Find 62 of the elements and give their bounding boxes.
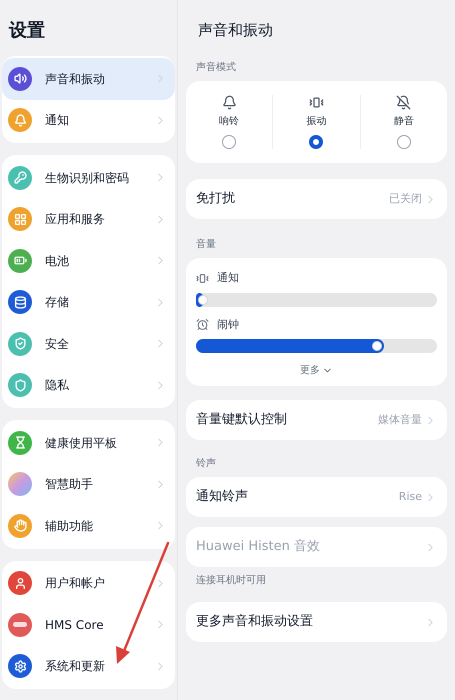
section-label: 铃声 (195, 456, 217, 471)
row-value: 媒体音量 (378, 412, 422, 428)
settings-row[interactable]: 更多声音和振动设置 (186, 602, 447, 642)
menu-label: 健康使用平板 (45, 434, 118, 452)
menu-item[interactable]: 安全 (2, 323, 175, 364)
volume-slider[interactable] (196, 339, 437, 353)
row-label: 免打扰 (196, 190, 236, 208)
menu-label: 智慧助手 (45, 476, 94, 494)
menu-item[interactable]: HMS Core (2, 604, 175, 646)
detail-title: 声音和振动 (198, 20, 273, 41)
phone-vibrate-icon (196, 272, 209, 285)
menu-item[interactable]: 智慧助手 (2, 464, 175, 505)
phone-vibrate-icon (308, 95, 324, 110)
settings-row[interactable]: 音量键默认控制 媒体音量 (186, 400, 447, 440)
caption: 连接耳机时可用 (195, 574, 267, 588)
slider-label: 闹钟 (217, 316, 239, 332)
slider-thumb[interactable] (198, 294, 208, 304)
menu-item[interactable]: 健康使用平板 (2, 422, 175, 464)
menu-label: 隐私 (45, 377, 70, 394)
menu-label: 电池 (45, 252, 70, 270)
menu-item[interactable]: 声音和振动 (2, 58, 175, 100)
row-label: 音量键默认控制 (196, 411, 288, 430)
mode-label: 静音 (394, 114, 414, 129)
menu-item[interactable]: 通知 (2, 100, 175, 141)
menu-label: 声音和振动 (45, 70, 106, 88)
row-label: Huawei Histen 音效 (196, 538, 321, 556)
menu-item[interactable]: 生物识别和密码 (2, 157, 175, 198)
mode-label: 振动 (306, 115, 326, 129)
menu-item[interactable]: 辅助功能 (2, 505, 175, 546)
more-link[interactable]: 更多 (300, 363, 320, 378)
volume-slider[interactable] (196, 292, 437, 306)
mode-radio[interactable] (396, 135, 411, 149)
menu-label: 生物识别和密码 (45, 170, 130, 187)
menu-label: 存储 (45, 294, 70, 312)
menu-label: 通知 (45, 112, 70, 130)
settings-row[interactable]: 通知铃声 Rise (186, 477, 447, 517)
slider-label: 通知 (217, 270, 239, 286)
menu-label: 安全 (45, 336, 70, 353)
mode-radio[interactable] (222, 135, 236, 149)
menu-item[interactable]: 存储 (2, 282, 175, 323)
bell-icon (222, 95, 237, 110)
menu-item[interactable]: 用户和帐户 (2, 562, 175, 604)
row-label: 通知铃声 (196, 488, 249, 506)
row-value: 已关闭 (389, 190, 422, 207)
section-label: 音量 (195, 238, 217, 252)
menu-label: HMS Core (45, 616, 105, 634)
muted-bell-icon (396, 95, 412, 110)
mode-label: 响铃 (219, 115, 240, 129)
page-title: 设置 (9, 18, 45, 42)
menu-label: 应用和服务 (45, 211, 106, 228)
menu-label: 系统和更新 (45, 658, 106, 676)
mode-radio[interactable] (309, 135, 324, 149)
menu-item[interactable]: 电池 (2, 240, 175, 282)
menu-item[interactable]: 隐私 (2, 364, 175, 406)
menu-label: 用户和帐户 (45, 575, 106, 592)
menu-item[interactable]: 应用和服务 (2, 198, 175, 240)
settings-row[interactable]: 免打扰 已关闭 (186, 179, 447, 219)
menu-label: 辅助功能 (45, 518, 94, 535)
row-label: 更多声音和振动设置 (196, 613, 314, 632)
alarm-clock-icon (196, 318, 209, 332)
section-label: 声音模式 (195, 60, 237, 75)
row-value: Rise (398, 488, 422, 505)
